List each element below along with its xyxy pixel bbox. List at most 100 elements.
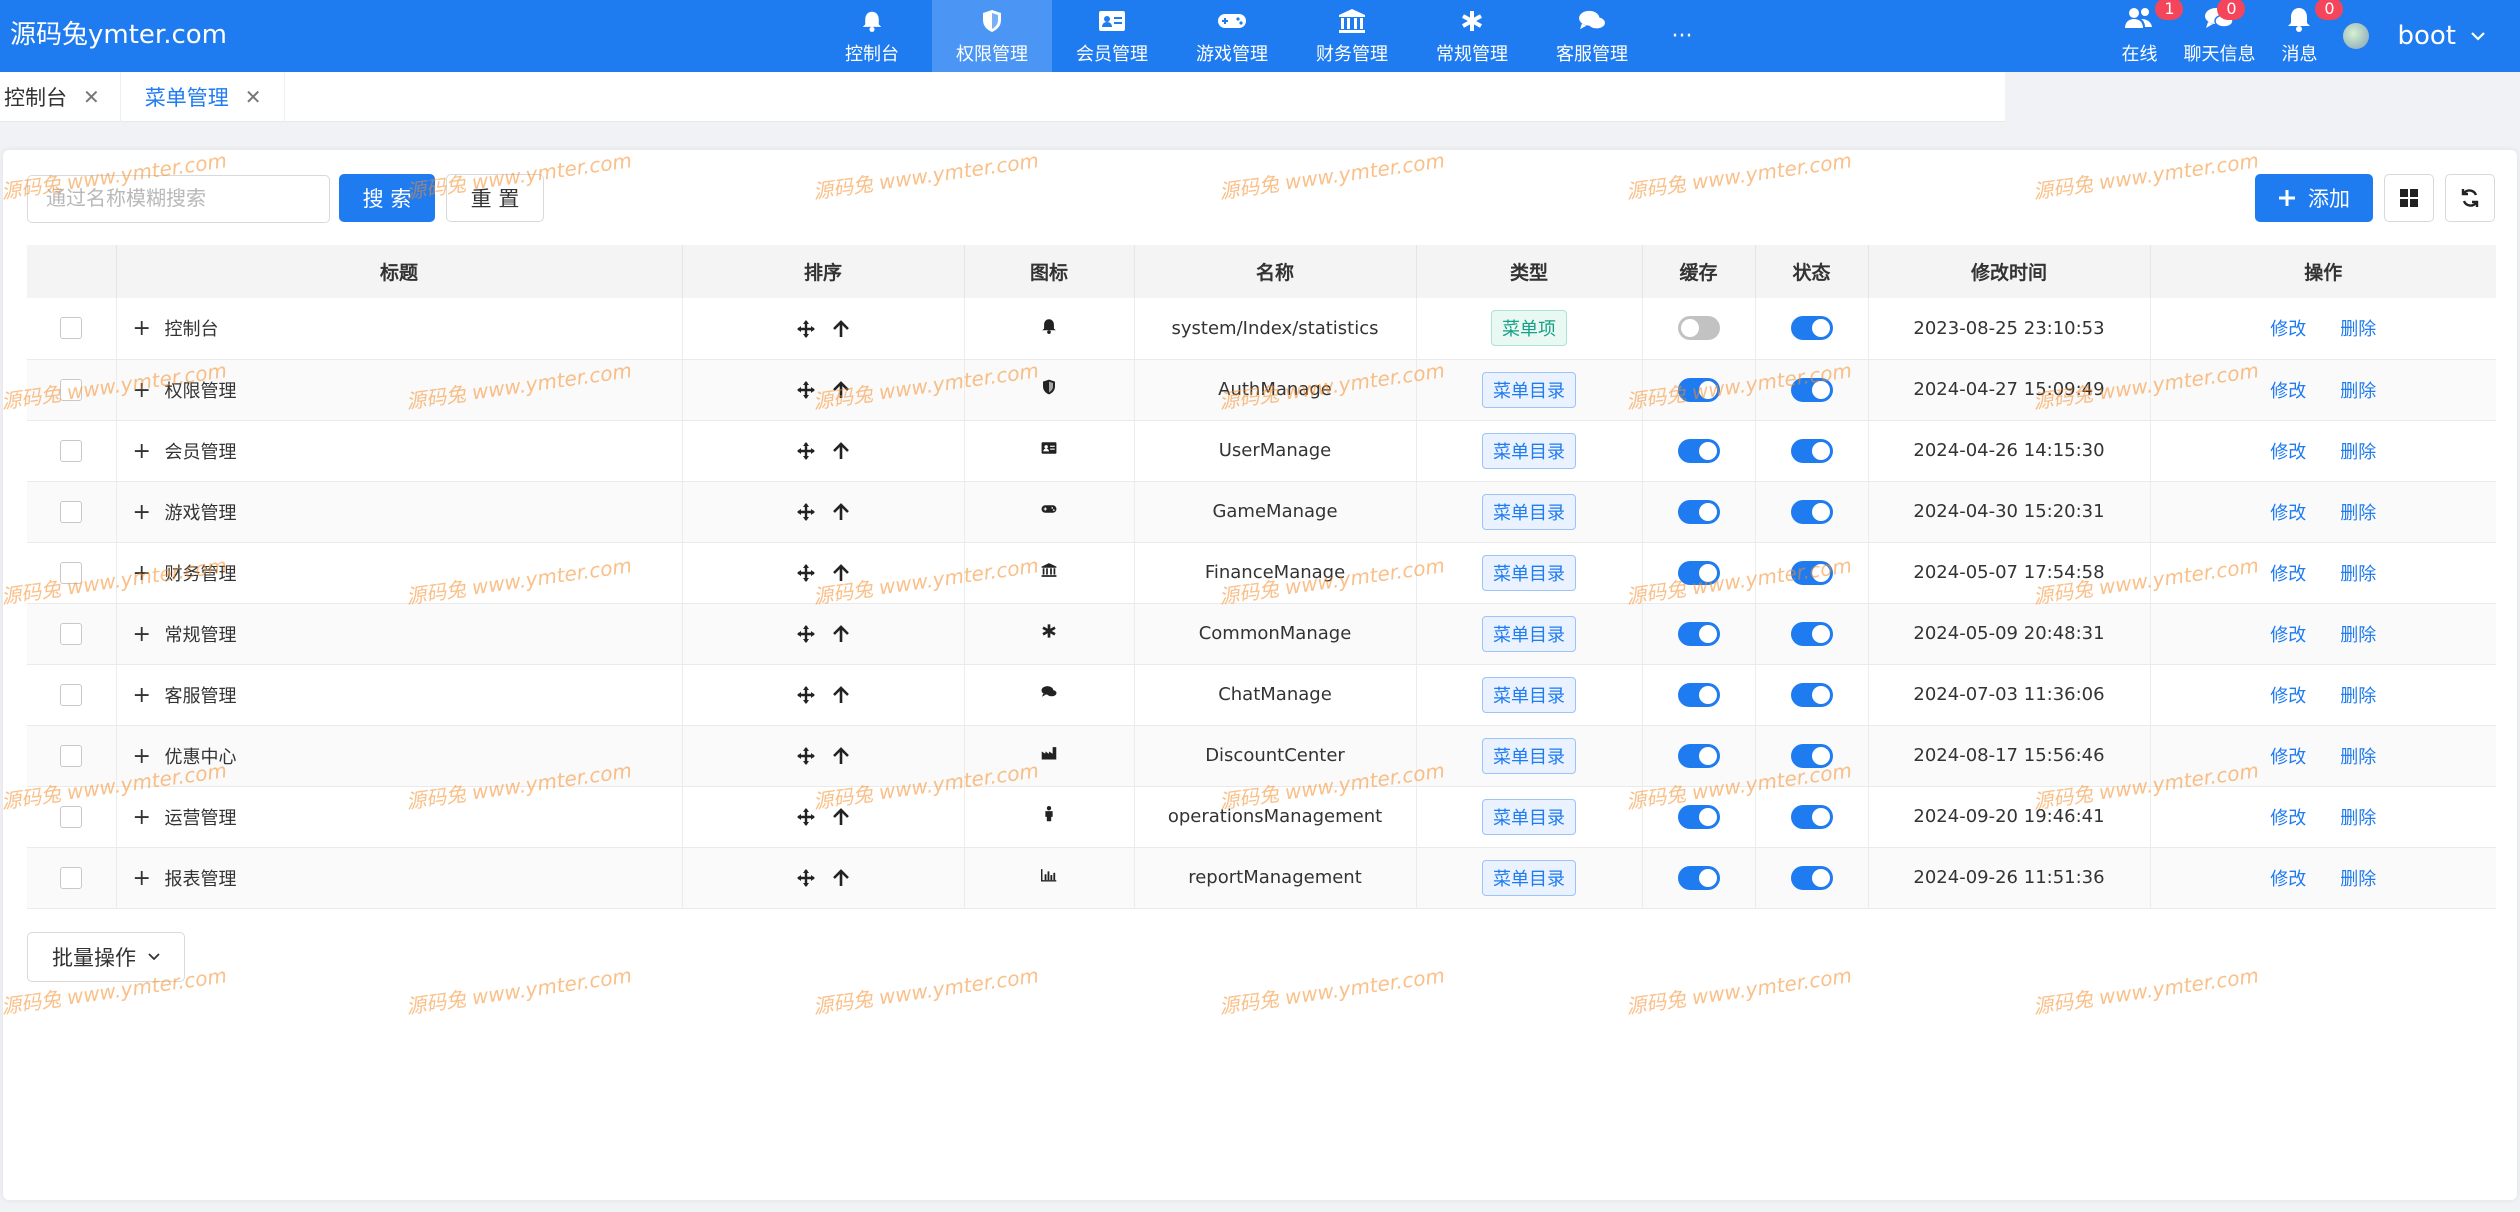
arrow-up-icon[interactable] xyxy=(833,564,849,582)
row-checkbox[interactable] xyxy=(60,439,83,462)
brand-logo[interactable]: 源码兔ymter.com xyxy=(10,14,227,51)
move-icon[interactable] xyxy=(797,564,815,582)
move-icon[interactable] xyxy=(797,869,815,887)
edit-link[interactable]: 修改 xyxy=(2270,381,2306,402)
arrow-up-icon[interactable] xyxy=(833,808,849,826)
column-header[interactable]: 排序 xyxy=(682,245,965,298)
avatar[interactable] xyxy=(2343,23,2370,49)
cache-toggle[interactable] xyxy=(1677,743,1720,768)
move-icon[interactable] xyxy=(797,503,815,521)
nav-item[interactable]: 游戏管理 xyxy=(1172,0,1292,72)
search-input[interactable] xyxy=(27,175,330,223)
status-toggle[interactable] xyxy=(1790,377,1833,402)
move-icon[interactable] xyxy=(797,319,815,338)
row-checkbox[interactable] xyxy=(60,805,83,828)
cache-toggle[interactable] xyxy=(1677,438,1720,463)
expand-icon[interactable]: + xyxy=(133,316,151,341)
arrow-up-icon[interactable] xyxy=(833,686,849,704)
cache-toggle[interactable] xyxy=(1677,316,1720,341)
expand-icon[interactable]: + xyxy=(133,805,151,830)
row-checkbox[interactable] xyxy=(60,622,83,645)
status-toggle[interactable] xyxy=(1790,804,1833,829)
reset-button[interactable]: 重 置 xyxy=(446,174,544,222)
online-users-button[interactable]: 1 在线 xyxy=(2121,0,2184,72)
edit-link[interactable]: 修改 xyxy=(2270,442,2306,463)
edit-link[interactable]: 修改 xyxy=(2270,503,2306,524)
row-checkbox[interactable] xyxy=(60,500,83,523)
expand-icon[interactable]: + xyxy=(133,866,151,891)
tab-dashboard[interactable]: 控制台 ✕ xyxy=(0,72,121,122)
status-toggle[interactable] xyxy=(1790,499,1833,524)
edit-link[interactable]: 修改 xyxy=(2270,625,2306,646)
column-header[interactable]: 标题 xyxy=(116,245,683,298)
cache-toggle[interactable] xyxy=(1677,865,1720,890)
arrow-up-icon[interactable] xyxy=(833,503,849,521)
arrow-up-icon[interactable] xyxy=(833,319,849,338)
edit-link[interactable]: 修改 xyxy=(2270,869,2306,890)
expand-icon[interactable]: + xyxy=(133,378,151,403)
status-toggle[interactable] xyxy=(1790,621,1833,646)
move-icon[interactable] xyxy=(797,625,815,643)
delete-link[interactable]: 删除 xyxy=(2340,808,2376,829)
add-button[interactable]: 添加 xyxy=(2255,174,2373,222)
chat-messages-button[interactable]: 0 聊天信息 xyxy=(2183,0,2255,72)
nav-more-button[interactable]: ··· xyxy=(1652,0,1712,72)
row-checkbox[interactable] xyxy=(60,683,83,706)
row-checkbox[interactable] xyxy=(60,317,83,340)
expand-icon[interactable]: + xyxy=(133,744,151,769)
move-icon[interactable] xyxy=(797,381,815,399)
cache-toggle[interactable] xyxy=(1677,499,1720,524)
delete-link[interactable]: 删除 xyxy=(2340,869,2376,890)
status-toggle[interactable] xyxy=(1790,682,1833,707)
search-button[interactable]: 搜 索 xyxy=(339,174,435,222)
nav-item[interactable]: 财务管理 xyxy=(1292,0,1412,72)
column-header[interactable]: 名称 xyxy=(1134,245,1417,298)
delete-link[interactable]: 删除 xyxy=(2340,381,2376,402)
close-icon[interactable]: ✕ xyxy=(83,85,100,109)
delete-link[interactable]: 删除 xyxy=(2340,319,2376,340)
delete-link[interactable]: 删除 xyxy=(2340,747,2376,768)
cache-toggle[interactable] xyxy=(1677,377,1720,402)
tab-menu-management[interactable]: 菜单管理 ✕ xyxy=(121,72,285,122)
status-toggle[interactable] xyxy=(1790,865,1833,890)
edit-link[interactable]: 修改 xyxy=(2270,564,2306,585)
arrow-up-icon[interactable] xyxy=(833,381,849,399)
cache-toggle[interactable] xyxy=(1677,621,1720,646)
arrow-up-icon[interactable] xyxy=(833,747,849,765)
column-header[interactable]: 状态 xyxy=(1755,245,1869,298)
delete-link[interactable]: 删除 xyxy=(2340,564,2376,585)
delete-link[interactable]: 删除 xyxy=(2340,625,2376,646)
row-checkbox[interactable] xyxy=(60,866,83,889)
expand-icon[interactable]: + xyxy=(133,683,151,708)
refresh-button[interactable] xyxy=(2445,174,2495,222)
nav-item[interactable]: 会员管理 xyxy=(1052,0,1172,72)
arrow-up-icon[interactable] xyxy=(833,625,849,643)
nav-item[interactable]: 控制台 xyxy=(812,0,932,72)
delete-link[interactable]: 删除 xyxy=(2340,686,2376,707)
column-header[interactable]: 类型 xyxy=(1416,245,1643,298)
batch-actions-dropdown[interactable]: 批量操作 xyxy=(27,932,185,982)
expand-icon[interactable]: + xyxy=(133,561,151,586)
grid-view-button[interactable] xyxy=(2384,174,2434,222)
nav-item[interactable]: 权限管理 xyxy=(932,0,1052,72)
move-icon[interactable] xyxy=(797,747,815,765)
edit-link[interactable]: 修改 xyxy=(2270,686,2306,707)
expand-icon[interactable]: + xyxy=(133,439,151,464)
status-toggle[interactable] xyxy=(1790,316,1833,341)
notifications-button[interactable]: 0 消息 xyxy=(2281,0,2344,72)
delete-link[interactable]: 删除 xyxy=(2340,442,2376,463)
nav-item[interactable]: 客服管理 xyxy=(1532,0,1652,72)
cache-toggle[interactable] xyxy=(1677,560,1720,585)
edit-link[interactable]: 修改 xyxy=(2270,747,2306,768)
row-checkbox[interactable] xyxy=(60,744,83,767)
status-toggle[interactable] xyxy=(1790,560,1833,585)
delete-link[interactable]: 删除 xyxy=(2340,503,2376,524)
expand-icon[interactable]: + xyxy=(133,622,151,647)
user-menu[interactable]: boot xyxy=(2397,21,2486,51)
move-icon[interactable] xyxy=(797,808,815,826)
column-header[interactable]: 图标 xyxy=(964,245,1135,298)
move-icon[interactable] xyxy=(797,686,815,704)
move-icon[interactable] xyxy=(797,442,815,460)
status-toggle[interactable] xyxy=(1790,438,1833,463)
expand-icon[interactable]: + xyxy=(133,500,151,525)
